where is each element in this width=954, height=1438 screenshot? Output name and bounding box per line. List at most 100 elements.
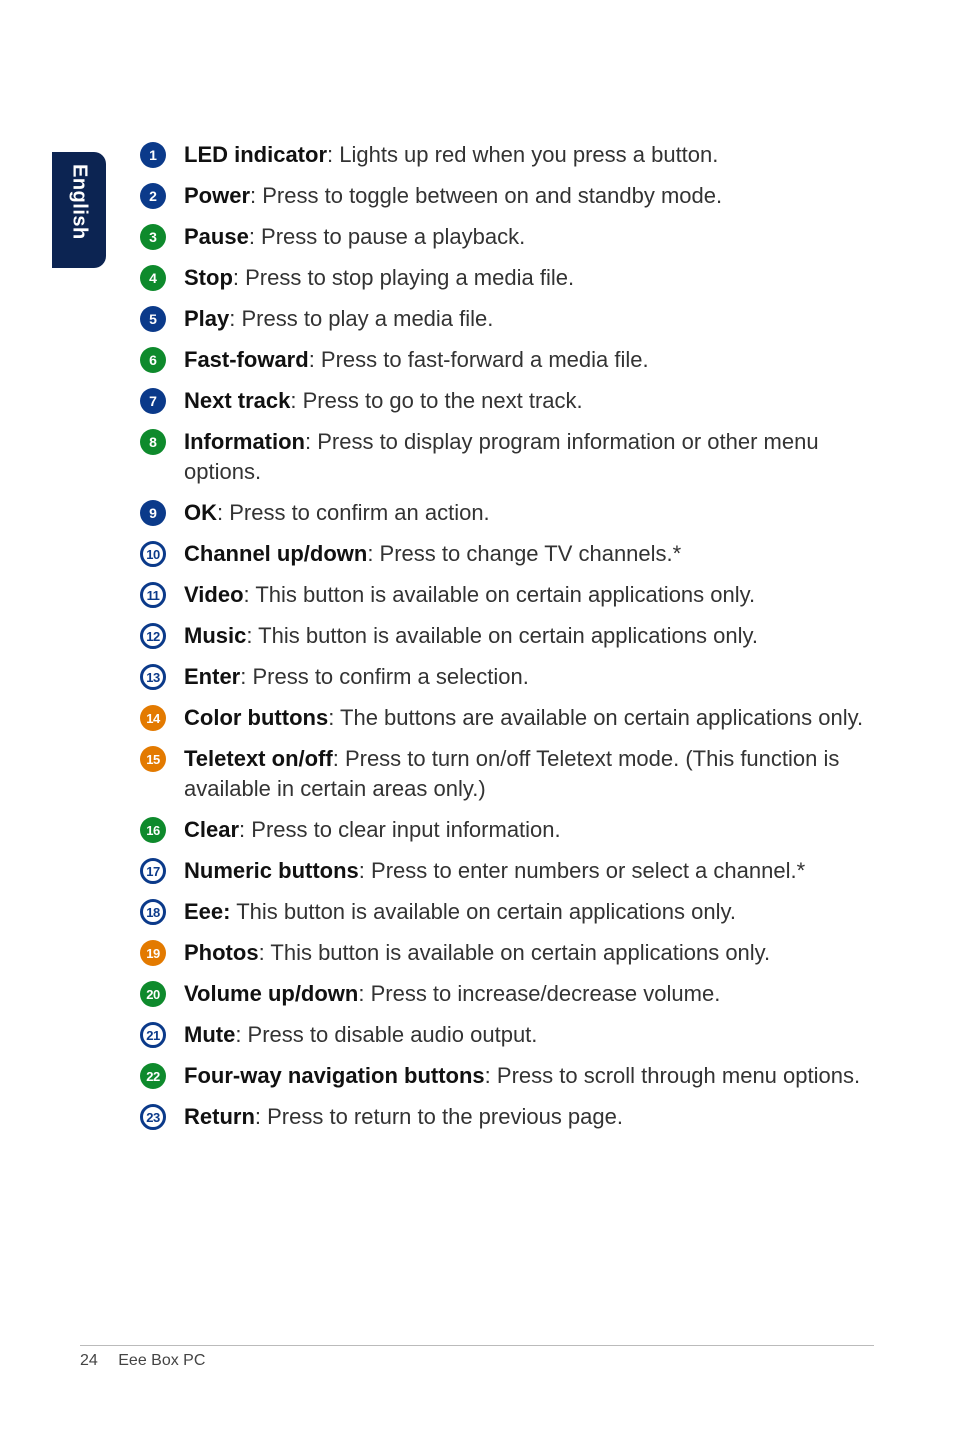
item-description: This button is available on certain appl… — [230, 899, 735, 924]
item-text: Channel up/down: Press to change TV chan… — [184, 539, 681, 569]
list-item: 8 Information: Press to display program i… — [140, 427, 874, 487]
list-item: 9 OK: Press to confirm an action. — [140, 498, 874, 528]
item-title: Enter — [184, 664, 240, 689]
item-text: Teletext on/off: Press to turn on/off Te… — [184, 744, 874, 804]
item-title: Four-way navigation buttons — [184, 1063, 485, 1088]
language-label: English — [68, 164, 91, 240]
list-item: 23 Return: Press to return to the previou… — [140, 1102, 874, 1132]
item-text: Volume up/down: Press to increase/decrea… — [184, 979, 720, 1009]
item-title: Information — [184, 429, 305, 454]
item-title: Channel up/down — [184, 541, 367, 566]
button-definition-list: 1 LED indicator: Lights up red when you p… — [140, 140, 874, 1132]
item-title: Eee: — [184, 899, 230, 924]
item-number-badge: 20 — [140, 981, 166, 1007]
item-number-badge: 12 — [140, 623, 166, 649]
list-item: 11 Video: This button is available on cer… — [140, 580, 874, 610]
item-text: Clear: Press to clear input information. — [184, 815, 561, 845]
item-title: Clear — [184, 817, 239, 842]
page-number: 24 — [80, 1352, 98, 1369]
item-text: LED indicator: Lights up red when you pr… — [184, 140, 718, 170]
list-item: 10 Channel up/down: Press to change TV ch… — [140, 539, 874, 569]
list-item: 7 Next track: Press to go to the next tra… — [140, 386, 874, 416]
list-item: 18 Eee: This button is available on certa… — [140, 897, 874, 927]
item-title: LED indicator — [184, 142, 327, 167]
item-title: Teletext on/off — [184, 746, 333, 771]
item-number-badge: 4 — [140, 265, 166, 291]
item-description: : Press to toggle between on and standby… — [250, 183, 722, 208]
item-text: Four-way navigation buttons: Press to sc… — [184, 1061, 860, 1091]
item-text: Mute: Press to disable audio output. — [184, 1020, 537, 1050]
item-title: Power — [184, 183, 250, 208]
item-description: : The buttons are available on certain a… — [328, 705, 863, 730]
item-number-badge: 1 — [140, 142, 166, 168]
item-description: : Press to confirm an action. — [217, 500, 490, 525]
item-text: Next track: Press to go to the next trac… — [184, 386, 583, 416]
list-item: 20 Volume up/down: Press to increase/decr… — [140, 979, 874, 1009]
item-title: OK — [184, 500, 217, 525]
item-number-badge: 15 — [140, 746, 166, 772]
item-description: : Press to return to the previous page. — [255, 1104, 623, 1129]
item-text: Video: This button is available on certa… — [184, 580, 755, 610]
item-number-badge: 23 — [140, 1104, 166, 1130]
item-number-badge: 22 — [140, 1063, 166, 1089]
list-item: 12 Music: This button is available on cer… — [140, 621, 874, 651]
list-item: 14 Color buttons: The buttons are availab… — [140, 703, 874, 733]
item-text: Eee: This button is available on certain… — [184, 897, 736, 927]
item-description: : This button is available on certain ap… — [259, 940, 771, 965]
item-number-badge: 18 — [140, 899, 166, 925]
item-number-badge: 5 — [140, 306, 166, 332]
item-text: Fast-foward: Press to fast-forward a med… — [184, 345, 649, 375]
list-item: 2 Power: Press to toggle between on and s… — [140, 181, 874, 211]
item-description: : Lights up red when you press a button. — [327, 142, 718, 167]
item-number-badge: 17 — [140, 858, 166, 884]
item-text: Play: Press to play a media file. — [184, 304, 493, 334]
list-item: 17 Numeric buttons: Press to enter number… — [140, 856, 874, 886]
item-description: : Press to clear input information. — [239, 817, 561, 842]
item-text: Return: Press to return to the previous … — [184, 1102, 623, 1132]
item-text: Information: Press to display program in… — [184, 427, 874, 487]
item-title: Next track — [184, 388, 290, 413]
list-item: 4 Stop: Press to stop playing a media fil… — [140, 263, 874, 293]
item-number-badge: 7 — [140, 388, 166, 414]
item-number-badge: 9 — [140, 500, 166, 526]
item-description: : Press to enter numbers or select a cha… — [359, 858, 805, 883]
item-number-badge: 10 — [140, 541, 166, 567]
item-number-badge: 2 — [140, 183, 166, 209]
item-number-badge: 16 — [140, 817, 166, 843]
item-number-badge: 6 — [140, 347, 166, 373]
item-description: : Press to disable audio output. — [235, 1022, 537, 1047]
item-text: Color buttons: The buttons are available… — [184, 703, 863, 733]
item-title: Pause — [184, 224, 249, 249]
item-text: Pause: Press to pause a playback. — [184, 222, 525, 252]
item-title: Photos — [184, 940, 259, 965]
item-number-badge: 8 — [140, 429, 166, 455]
item-number-badge: 3 — [140, 224, 166, 250]
list-item: 3 Pause: Press to pause a playback. — [140, 222, 874, 252]
item-description: : Press to confirm a selection. — [240, 664, 529, 689]
item-description: : Press to change TV channels.* — [367, 541, 681, 566]
item-text: Power: Press to toggle between on and st… — [184, 181, 722, 211]
list-item: 5 Play: Press to play a media file. — [140, 304, 874, 334]
list-item: 16 Clear: Press to clear input informatio… — [140, 815, 874, 845]
item-title: Fast-foward — [184, 347, 309, 372]
item-description: : Press to pause a playback. — [249, 224, 525, 249]
page: English 1 LED indicator: Lights up red wh… — [0, 0, 954, 1438]
product-name: Eee Box PC — [118, 1352, 205, 1369]
page-footer: 24 Eee Box PC — [80, 1345, 874, 1370]
item-number-badge: 14 — [140, 705, 166, 731]
item-description: : This button is available on certain ap… — [244, 582, 756, 607]
item-text: Enter: Press to confirm a selection. — [184, 662, 529, 692]
list-item: 22 Four-way navigation buttons: Press to … — [140, 1061, 874, 1091]
item-description: : Press to increase/decrease volume. — [358, 981, 720, 1006]
item-title: Stop — [184, 265, 233, 290]
item-text: Music: This button is available on certa… — [184, 621, 758, 651]
item-description: : Press to go to the next track. — [290, 388, 582, 413]
language-tab: English — [52, 152, 106, 268]
list-item: 13 Enter: Press to confirm a selection. — [140, 662, 874, 692]
item-text: Numeric buttons: Press to enter numbers … — [184, 856, 805, 886]
item-number-badge: 13 — [140, 664, 166, 690]
item-number-badge: 11 — [140, 582, 166, 608]
item-number-badge: 21 — [140, 1022, 166, 1048]
item-number-badge: 19 — [140, 940, 166, 966]
item-description: : Press to stop playing a media file. — [233, 265, 574, 290]
